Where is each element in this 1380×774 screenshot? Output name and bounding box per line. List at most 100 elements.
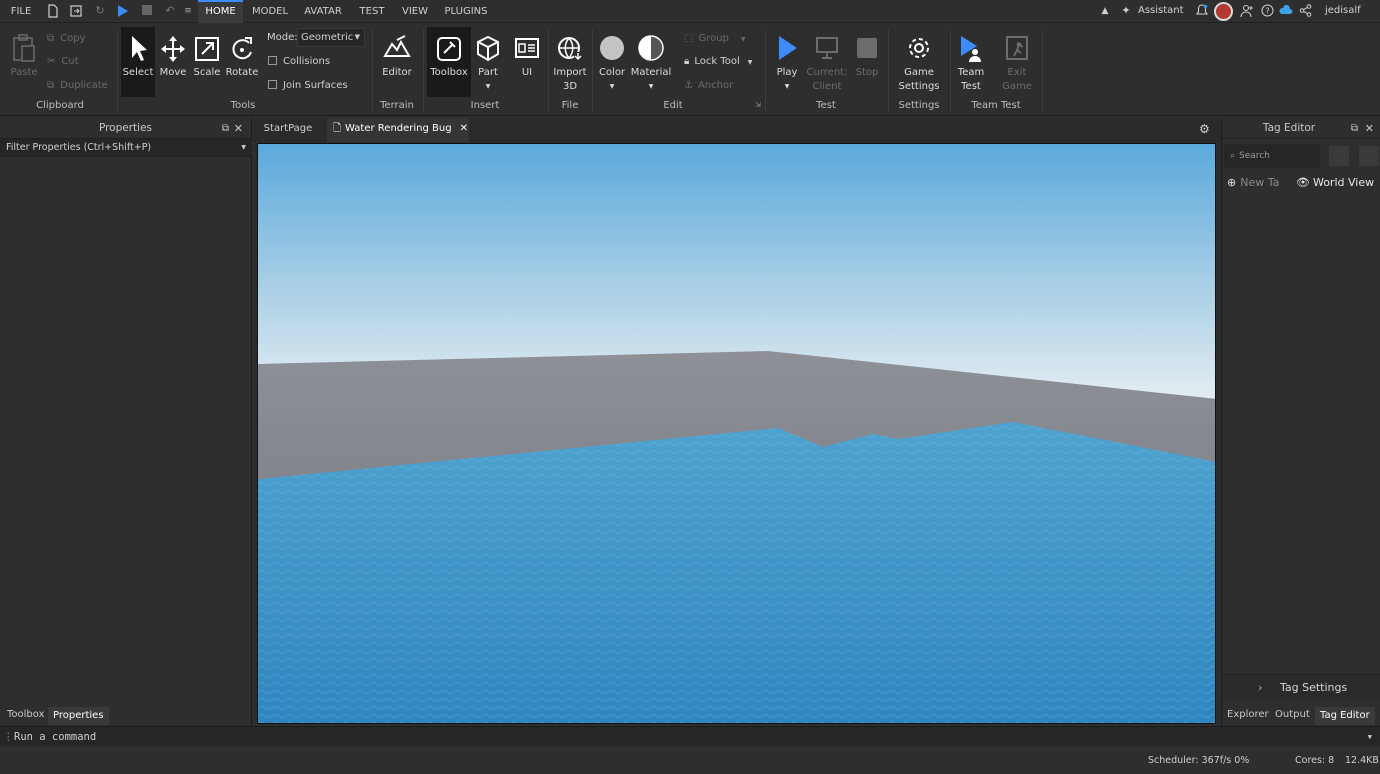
part-dropdown-icon[interactable]: ▼ (473, 80, 503, 94)
join-surfaces-check-icon (268, 80, 277, 89)
tab-output[interactable]: Output (1270, 706, 1315, 724)
tab-tag-editor[interactable]: Tag Editor (1315, 707, 1375, 725)
rotate-label: Rotate (225, 67, 259, 78)
share-icon[interactable] (1298, 4, 1312, 18)
tab-home[interactable]: HOME (198, 0, 243, 23)
filter-dropdown-icon[interactable]: ▼ (241, 139, 246, 157)
lock-icon: 🔒︎ (684, 56, 690, 67)
close-tab-icon[interactable]: ✕ (460, 123, 468, 134)
notifications-icon[interactable] (1195, 4, 1209, 18)
move-arrows-icon (161, 36, 185, 62)
delete-icon[interactable] (1359, 146, 1379, 166)
import-3d-button[interactable]: Import 3D (551, 34, 589, 94)
move-button[interactable]: Move (157, 34, 189, 80)
team-test-button[interactable]: Team Test (953, 34, 989, 94)
redo-icon[interactable]: ↻ (93, 4, 107, 18)
assistant-icon[interactable]: ✦ (1119, 4, 1133, 18)
collapse-ribbon-icon[interactable]: ▲ (1098, 4, 1112, 18)
stop-button[interactable]: Stop (851, 34, 883, 80)
terrain-editor-button[interactable]: Editor (378, 34, 416, 80)
stop-quick-icon[interactable] (140, 4, 154, 18)
game-settings-button[interactable]: Game Settings (897, 34, 941, 94)
command-input[interactable]: Run a command (14, 731, 96, 743)
terrain-editor-label: Editor (382, 67, 412, 78)
play-quick-icon[interactable] (116, 4, 130, 18)
anchor-button[interactable]: ⚓︎ Anchor (684, 80, 733, 91)
new-tag-input[interactable]: ⊕ New Ta (1227, 176, 1279, 189)
username[interactable]: jedisalf (1325, 5, 1361, 16)
avatar[interactable] (1214, 2, 1233, 21)
customize-quick-icon[interactable]: ≡ (181, 4, 195, 18)
tab-view[interactable]: VIEW (396, 0, 434, 23)
add-friend-icon[interactable] (1240, 4, 1254, 18)
ui-button[interactable]: UI (511, 34, 543, 80)
select-button[interactable]: Select (121, 27, 155, 97)
viewport-settings-gear-icon[interactable]: ⚙ (1199, 118, 1215, 142)
material-dropdown-icon[interactable]: ▼ (630, 80, 672, 94)
duplicate-button[interactable]: ⧉ Duplicate (47, 80, 108, 91)
collisions-label: Collisions (283, 56, 331, 67)
world-view-button[interactable]: 👁︎ World View (1296, 176, 1374, 189)
material-button[interactable]: Material ▼ (630, 34, 672, 94)
open-file-icon[interactable] (69, 4, 83, 18)
tag-editor-panel: Tag Editor ⧉ ✕ ⌕ Search ⊕ New Ta 👁︎ World V… (1221, 118, 1380, 726)
edit-expand-icon[interactable]: ⇲ (755, 101, 761, 109)
command-bar[interactable]: ⋮ Run a command ▼ (0, 726, 1380, 746)
tab-water-rendering-bug[interactable]: 🗋︎ Water Rendering Bug ✕ (327, 118, 469, 142)
new-folder-icon[interactable] (1329, 146, 1349, 166)
play-dropdown-icon[interactable]: ▼ (770, 80, 804, 94)
tab-test[interactable]: TEST (354, 0, 390, 23)
tab-explorer[interactable]: Explorer (1222, 706, 1274, 724)
tab-properties[interactable]: Properties (48, 707, 109, 725)
tab-startpage[interactable]: StartPage (253, 118, 323, 142)
lock-tool-button[interactable]: 🔒︎ Lock Tool ▼ (684, 56, 752, 67)
copy-label: Copy (60, 33, 86, 44)
cloud-icon[interactable] (1279, 4, 1293, 18)
assistant-button[interactable]: Assistant (1138, 5, 1184, 16)
exit-game-label-1: Exit (1007, 67, 1027, 78)
file-menu[interactable]: FILE (6, 0, 36, 23)
close-icon[interactable]: ✕ (234, 118, 243, 139)
gear-icon (909, 38, 929, 58)
anchor-label: Anchor (697, 80, 734, 91)
scheduler-status: Scheduler: 367f/s 0% (1148, 755, 1250, 766)
current-client-button[interactable]: Current: Client (805, 34, 849, 94)
part-button[interactable]: Part ▼ (473, 34, 503, 94)
new-tag-placeholder: New Ta (1240, 176, 1280, 189)
close-icon[interactable]: ✕ (1365, 118, 1374, 139)
chevron-down-icon[interactable]: ▼ (1368, 727, 1372, 747)
rotate-button[interactable]: Rotate (225, 34, 259, 80)
copy-button[interactable]: ⧉ Copy (47, 33, 86, 44)
mode-dropdown[interactable]: Geometric ▼ (297, 28, 365, 47)
ribbon-divider (888, 30, 889, 112)
settings-label-2: Settings (898, 81, 940, 92)
undock-icon[interactable]: ⧉ (1351, 118, 1358, 139)
group-button[interactable]: ⬚ Group ▼ (684, 33, 746, 44)
tag-settings-row[interactable]: › Tag Settings (1222, 674, 1380, 700)
water-ripples (258, 422, 1215, 723)
tab-model[interactable]: MODEL (248, 0, 292, 23)
color-button[interactable]: Color ▼ (596, 34, 628, 94)
undo-icon[interactable]: ↶ (163, 4, 177, 18)
scale-button[interactable]: Scale (191, 34, 223, 80)
play-button[interactable]: Play ▼ (770, 34, 804, 94)
ribbon-divider (765, 30, 766, 112)
undock-icon[interactable]: ⧉ (222, 118, 229, 139)
join-surfaces-checkbox[interactable]: Join Surfaces (268, 80, 348, 91)
toolbox-button[interactable]: Toolbox (427, 27, 471, 97)
color-dropdown-icon[interactable]: ▼ (596, 80, 628, 94)
paste-button[interactable]: Paste (6, 34, 42, 80)
exit-game-button[interactable]: Exit Game (999, 34, 1035, 94)
3d-viewport[interactable] (257, 143, 1216, 724)
cut-button[interactable]: ✂ Cut (47, 56, 79, 67)
new-file-icon[interactable] (46, 4, 60, 18)
tab-avatar[interactable]: AVATAR (298, 0, 348, 23)
tab-plugins[interactable]: PLUGINS (440, 0, 492, 23)
tab-toolbox[interactable]: Toolbox (2, 706, 50, 724)
collisions-checkbox[interactable]: Collisions (268, 56, 330, 67)
globe-import-icon (558, 37, 582, 61)
tag-search-input[interactable]: ⌕ Search (1224, 144, 1320, 168)
filter-properties-input[interactable]: Filter Properties (Ctrl+Shift+P) ▼ (0, 139, 252, 157)
script-doc-icon: 🗋︎ (333, 123, 342, 134)
help-icon[interactable]: ? (1260, 4, 1274, 18)
